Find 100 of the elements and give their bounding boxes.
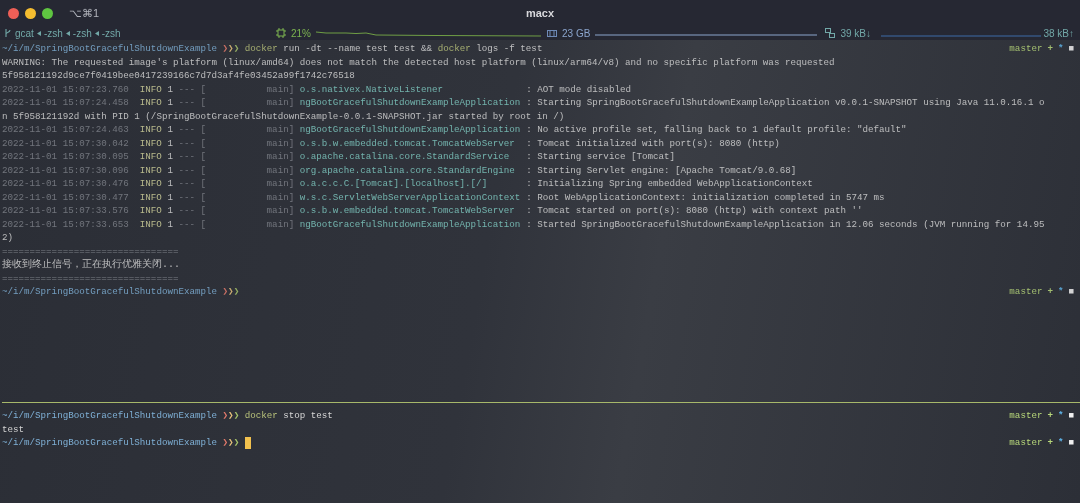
log-thread: --- [ main] (178, 150, 295, 164)
branch-icon (4, 28, 12, 38)
output-line: test (2, 422, 25, 436)
log-logger: org.apache.catalina.core.StandardEngine (299, 163, 515, 177)
log-message: Started SpringBootGracefulShutdownExampleApplication in 12.06 seconds (JVM running for 14.95 (537, 217, 1045, 231)
log-message: Starting Servlet engine: [Apache Tomcat/9.0.68] (537, 163, 797, 177)
log-pid: 1 (167, 96, 173, 110)
output-line: n 5f958121192d with PID 1 (/SpringBootGracefulShutdownExample-0.0.1-SNAPSHOT.jar started by root in /) (2, 109, 565, 123)
triangle-icon (36, 30, 41, 36)
prompt-symbol: ❯❯❯ (222, 284, 240, 299)
log-separator: : (526, 123, 532, 137)
git-modified: * (1057, 284, 1064, 299)
output-line: 2) (2, 231, 14, 245)
git-staged: + (1047, 41, 1053, 56)
memory-usage: 23 GB (562, 26, 591, 41)
close-button[interactable] (8, 7, 19, 19)
log-logger: o.apache.catalina.core.StandardService (299, 150, 510, 164)
log-message: AOT mode disabled (537, 82, 631, 96)
session-job: -zsh (43, 26, 63, 41)
log-thread: --- [ main] (178, 204, 295, 218)
log-level: INFO (139, 96, 162, 110)
command-token: stop test (283, 408, 333, 423)
log-separator: : (526, 82, 532, 96)
git-modified: * (1057, 435, 1064, 450)
log-thread: --- [ main] (178, 123, 295, 137)
log-pid: 1 (167, 150, 173, 164)
command-token: docker (244, 408, 278, 423)
network-icon (825, 28, 836, 38)
git-branch: master (1009, 284, 1043, 299)
log-level: INFO (139, 190, 162, 204)
git-branch: master (1009, 408, 1043, 423)
log-timestamp: 2022-11-01 15:07:33.576 (2, 204, 129, 218)
separator-line: ================================ (2, 244, 179, 258)
log-thread: --- [ main] (178, 82, 295, 96)
log-pid: 1 (167, 136, 173, 150)
triangle-icon (94, 30, 99, 36)
git-branch: master (1009, 435, 1043, 450)
log-thread: --- [ main] (178, 217, 295, 231)
output-line: 接收到终止信号，正在执行优雅关闭... (2, 258, 180, 272)
log-message: Starting SpringBootGracefulShutdownExampleApplication v0.0.1-SNAPSHOT using Java 11.0.16.1 o (537, 96, 1045, 110)
log-timestamp: 2022-11-01 15:07:24.458 (2, 96, 129, 110)
log-separator: : (526, 177, 532, 191)
log-level: INFO (139, 82, 162, 96)
log-timestamp: 2022-11-01 15:07:30.095 (2, 150, 129, 164)
log-thread: --- [ main] (178, 163, 295, 177)
command-token: docker (244, 41, 278, 56)
log-timestamp: 2022-11-01 15:07:24.463 (2, 123, 129, 137)
log-pid: 1 (167, 163, 173, 177)
separator-line: ================================ (2, 271, 179, 285)
log-timestamp: 2022-11-01 15:07:30.476 (2, 177, 129, 191)
log-logger: o.s.b.w.embedded.tomcat.TomcatWebServer (299, 204, 515, 218)
log-pid: 1 (167, 177, 173, 191)
log-separator: : (526, 190, 532, 204)
minimize-button[interactable] (25, 7, 36, 19)
log-logger: ngBootGracefulShutdownExampleApplication (299, 96, 521, 110)
output-line: WARNING: The requested image's platform (linux/amd64) does not match the detected host platform (linux/arm64/v8) and no specific platform was requested (2, 55, 835, 69)
log-message: Root WebApplicationContext: initialization completed in 5747 ms (537, 190, 885, 204)
command-token: docker (437, 41, 471, 56)
git-untracked: ■ (1068, 41, 1074, 56)
zoom-button[interactable] (42, 7, 53, 19)
git-staged: + (1047, 435, 1053, 450)
git-untracked: ■ (1068, 435, 1074, 450)
log-logger: w.s.c.ServletWebServerApplicationContext (299, 190, 521, 204)
log-message: No active profile set, falling back to 1 default profile: "default" (537, 123, 907, 137)
log-message: Tomcat initialized with port(s): 8080 (http) (537, 136, 780, 150)
log-level: INFO (139, 136, 162, 150)
log-level: INFO (139, 204, 162, 218)
log-pid: 1 (167, 123, 173, 137)
git-staged: + (1047, 408, 1053, 423)
log-timestamp: 2022-11-01 15:07:30.477 (2, 190, 129, 204)
git-modified: * (1057, 41, 1064, 56)
log-logger: o.a.c.c.C.[Tomcat].[localhost].[/] (299, 177, 488, 191)
log-level: INFO (139, 163, 162, 177)
prompt-symbol: ❯❯❯ (222, 435, 240, 450)
prompt-path: ~/i/m/SpringBootGracefulShutdownExample (2, 41, 218, 56)
git-modified: * (1057, 408, 1064, 423)
log-level: INFO (139, 217, 162, 231)
log-thread: --- [ main] (178, 96, 295, 110)
log-separator: : (526, 150, 532, 164)
prompt-path: ~/i/m/SpringBootGracefulShutdownExample (2, 408, 218, 423)
git-staged: + (1047, 284, 1053, 299)
log-level: INFO (139, 123, 162, 137)
triangle-icon (65, 30, 70, 36)
git-untracked: ■ (1068, 284, 1074, 299)
log-logger: o.s.nativex.NativeListener (299, 82, 444, 96)
log-separator: : (526, 217, 532, 231)
log-timestamp: 2022-11-01 15:07:23.760 (2, 82, 129, 96)
prompt-path: ~/i/m/SpringBootGracefulShutdownExample (2, 284, 218, 299)
log-thread: --- [ main] (178, 177, 295, 191)
window-shortcut: ⌥⌘1 (69, 5, 100, 21)
log-thread: --- [ main] (178, 190, 295, 204)
log-separator: : (526, 163, 532, 177)
log-separator: : (526, 96, 532, 110)
memory-icon (547, 28, 557, 38)
log-logger: ngBootGracefulShutdownExampleApplication (299, 217, 521, 231)
log-message: Tomcat started on port(s): 8080 (http) with context path '' (537, 204, 863, 218)
log-logger: ngBootGracefulShutdownExampleApplication (299, 123, 521, 137)
log-timestamp: 2022-11-01 15:07:33.653 (2, 217, 129, 231)
log-level: INFO (139, 150, 162, 164)
output-line: 5f958121192d9ce7f0419bee0417239166c7d7d3af4fe03452a99f1742c76518 (2, 69, 355, 83)
